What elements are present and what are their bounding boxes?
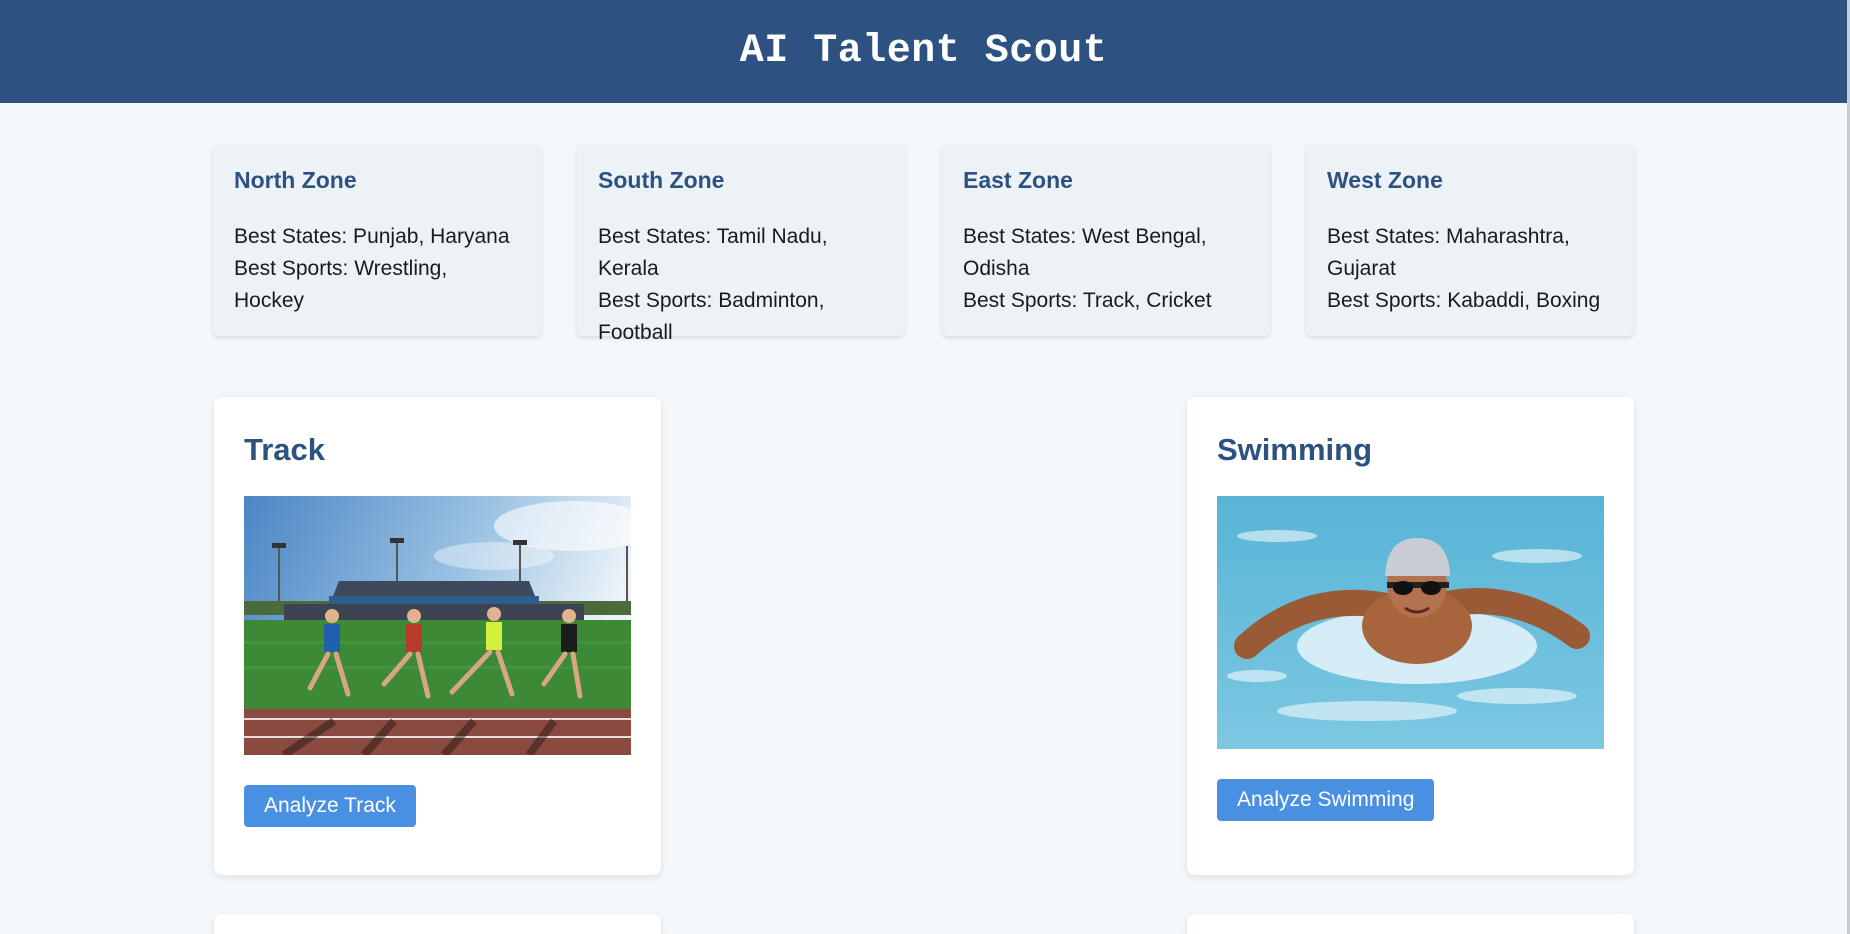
zone-best-sports: Best Sports: Badminton, Football (598, 289, 825, 344)
zone-best-sports: Best Sports: Kabaddi, Boxing (1327, 289, 1601, 312)
zone-title: North Zone (234, 167, 357, 193)
sport-card-next-right (1187, 914, 1634, 934)
zone-card-south: South Zone Best States: Tamil Nadu, Kera… (577, 144, 905, 344)
zone-title: East Zone (963, 167, 1073, 193)
analyze-track-button[interactable]: Analyze Track (244, 785, 416, 827)
zone-title: West Zone (1327, 167, 1443, 193)
zone-best-sports: Best Sports: Wrestling, Hockey (234, 257, 448, 312)
zone-card-north: North Zone Best States: Punjab, Haryana … (213, 144, 541, 336)
analyze-swimming-button[interactable]: Analyze Swimming (1217, 779, 1435, 821)
sport-card-next-left (214, 914, 661, 934)
zone-card-west: West Zone Best States: Maharashtra, Guja… (1306, 144, 1634, 336)
swimmer-butterfly-photo (1217, 496, 1604, 749)
sport-title: Swimming (1217, 432, 1373, 467)
track-runners-photo (244, 496, 631, 755)
sport-card-swimming: Swimming Analyze Swimming (1187, 397, 1634, 875)
zone-title: South Zone (598, 167, 725, 193)
zone-best-states: Best States: Maharashtra, Gujarat (1327, 225, 1570, 280)
zone-best-states: Best States: Tamil Nadu, Kerala (598, 225, 828, 280)
app-header: AI Talent Scout (0, 0, 1847, 103)
zone-best-states: Best States: West Bengal, Odisha (963, 225, 1207, 280)
zone-card-east: East Zone Best States: West Bengal, Odis… (942, 144, 1270, 336)
zone-best-states: Best States: Punjab, Haryana (234, 225, 510, 248)
sport-card-track: Track Analyze Track (214, 397, 661, 875)
zone-best-sports: Best Sports: Track, Cricket (963, 289, 1212, 312)
sport-title: Track (244, 432, 326, 467)
app-title: AI Talent Scout (739, 29, 1108, 74)
